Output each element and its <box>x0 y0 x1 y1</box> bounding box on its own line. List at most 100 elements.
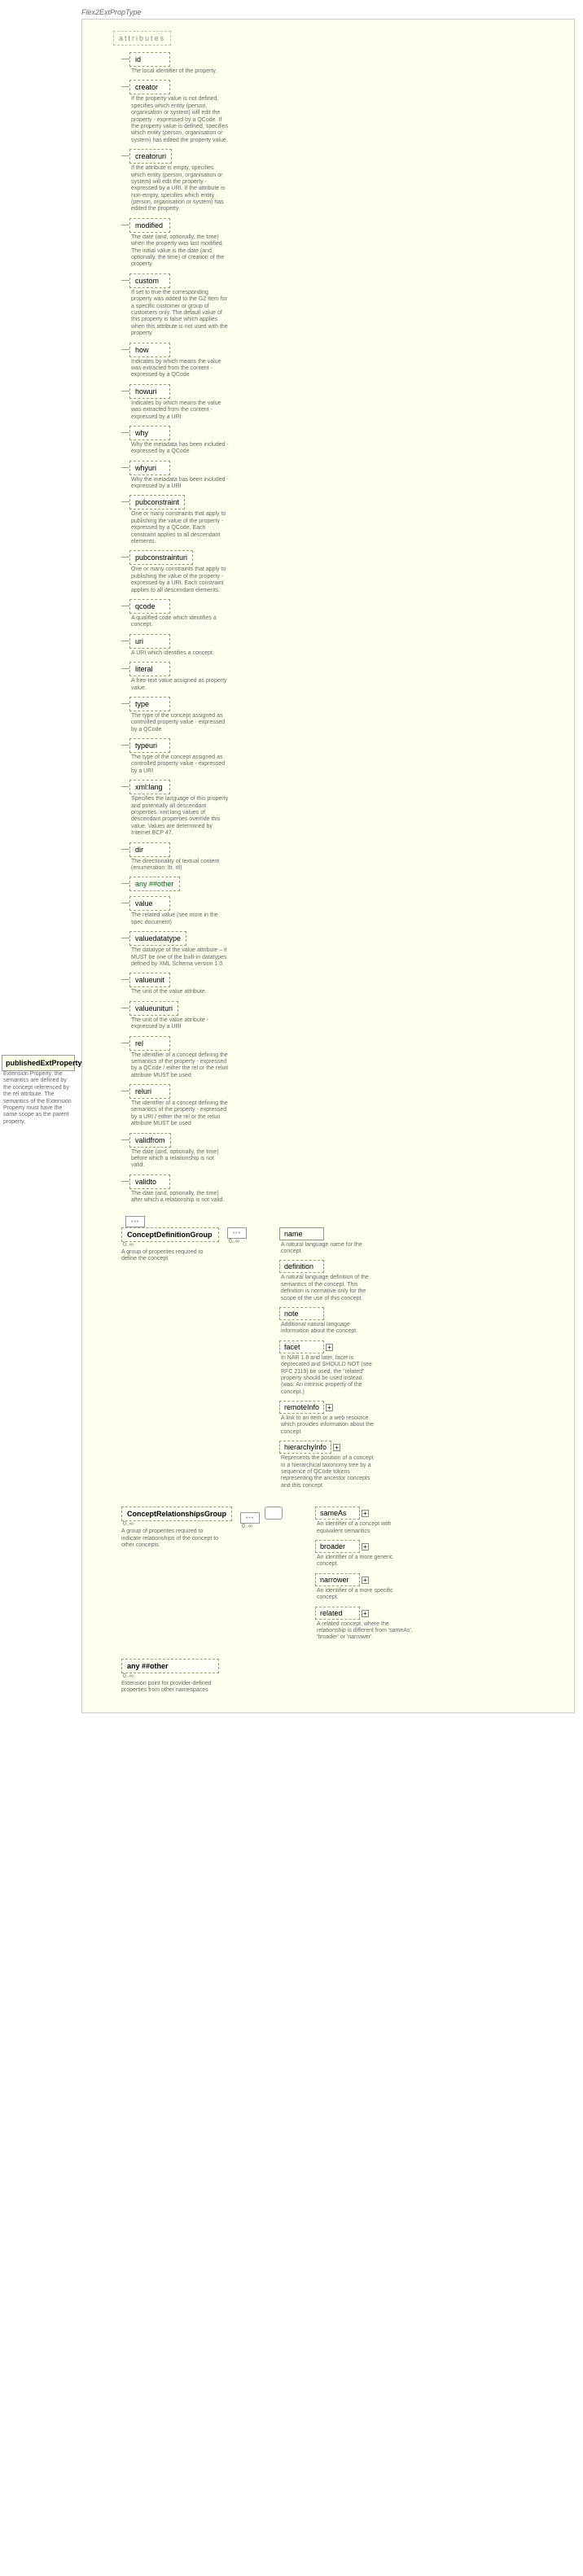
child-desc: A related concept, where the relationshi… <box>317 1621 414 1642</box>
child-box: broader <box>315 1540 360 1553</box>
attr-creatoruri: creatoruriIf the attribute is empty, spe… <box>129 149 568 213</box>
attr-anyother: any ##other <box>129 877 568 891</box>
expand-icon[interactable]: + <box>326 1404 333 1411</box>
attr-whyuri: whyuriWhy the metadata has been included… <box>129 461 568 491</box>
group-box: any ##other <box>121 1659 219 1673</box>
child-narrower: narrower+ An identifier of a more specifi… <box>315 1573 414 1602</box>
cardinality: 0..∞ <box>242 1524 283 1529</box>
child-desc: An identifier of a more generic concept. <box>317 1555 414 1568</box>
attr-box: valuedatatype <box>129 931 186 946</box>
type-name: Flex2ExtPropType <box>81 8 575 16</box>
attr-desc: The type of the concept assigned as cont… <box>131 754 229 775</box>
attr-creator: creatorIf the property value is not defi… <box>129 80 568 144</box>
child-desc: An identifier of a concept with equivale… <box>317 1521 414 1535</box>
child-desc: In NAR 1.8 and later, facet is deprecate… <box>281 1355 379 1396</box>
attr-desc: The unit of the value attribute. <box>131 989 229 995</box>
attr-desc: The identifier of a concept defining the… <box>131 1052 229 1080</box>
attr-desc: The identifier of a concept defining the… <box>131 1100 229 1128</box>
attr-box: pubconstrainturi <box>129 550 193 565</box>
diagram-container: publishedExtProperty Extension Property;… <box>81 19 575 1713</box>
attr-desc: A free-text value assigned as property v… <box>131 678 229 692</box>
attr-box: reluri <box>129 1084 170 1099</box>
child-box: name <box>279 1227 324 1240</box>
expand-icon[interactable]: + <box>326 1344 333 1351</box>
expand-icon[interactable]: + <box>362 1577 369 1584</box>
child-desc: A natural language definition of the sem… <box>281 1275 379 1302</box>
child-box: narrower <box>315 1573 360 1586</box>
expand-icon[interactable]: + <box>362 1610 369 1617</box>
attr-box: how <box>129 343 170 357</box>
attr-desc: If the property value is not defined, sp… <box>131 96 229 144</box>
expand-icon[interactable]: + <box>333 1444 340 1451</box>
attr-box: valueunituri <box>129 1001 178 1016</box>
attr-box: modified <box>129 218 170 233</box>
attr-valuedatatype: valuedatatypeThe datatype of the value a… <box>129 931 568 968</box>
child-box: facet <box>279 1340 324 1354</box>
attr-desc: The datatype of the value attribute – it… <box>131 947 229 968</box>
group-1: ConceptRelationshipsGroup0..∞A group of … <box>121 1507 568 1647</box>
attr-box: type <box>129 697 170 711</box>
attr-qcode: qcodeA qualified code which identifies a… <box>129 599 568 629</box>
groups-container: ConceptDefinitionGroup0..∞A group of pro… <box>121 1227 568 1695</box>
child-desc: Represents the position of a concept in … <box>281 1455 379 1489</box>
attr-desc: A qualified code which identifies a conc… <box>131 615 229 629</box>
root-desc: Extension Property; the semantics are de… <box>2 1069 73 1127</box>
attr-desc: The unit of the value attribute - expres… <box>131 1017 229 1031</box>
attr-box: validto <box>129 1174 170 1189</box>
child-hierarchyInfo: hierarchyInfo+Represents the position of… <box>279 1441 379 1489</box>
attr-box: uri <box>129 634 170 649</box>
attr-desc: Specifies the language of this property … <box>131 796 229 837</box>
expand-icon[interactable]: + <box>362 1543 369 1550</box>
attr-id: idThe local identifier of the property. <box>129 52 568 75</box>
attr-box: creatoruri <box>129 149 172 164</box>
cardinality: 0..∞ <box>123 1521 232 1527</box>
attr-desc: The date (and, optionally, the time) bef… <box>131 1149 229 1170</box>
attr-desc: Indicates by which means the value was e… <box>131 359 229 379</box>
attr-box: rel <box>129 1036 170 1051</box>
attr-box: why <box>129 426 170 440</box>
group-desc: A group of properites required to indica… <box>121 1529 219 1549</box>
cardinality: 0..∞ <box>229 1239 247 1244</box>
attr-validfrom: validfromThe date (and, optionally, the … <box>129 1133 568 1170</box>
attr-desc: The local identifier of the property. <box>131 68 229 75</box>
attr-box: typeuri <box>129 738 170 753</box>
group-box: ConceptRelationshipsGroup <box>121 1507 232 1521</box>
attributes-list: idThe local identifier of the property. c… <box>129 52 568 1205</box>
attr-desc: One or many constraints that apply to pu… <box>131 511 229 545</box>
attr-modified: modifiedThe date (and, optionally, the t… <box>129 218 568 269</box>
attr-pubconstraint: pubconstraintOne or many constraints tha… <box>129 495 568 545</box>
root-element: publishedExtProperty <box>2 1055 75 1071</box>
sequence-icon <box>240 1512 260 1524</box>
child-note: noteAdditional natural language informat… <box>279 1307 379 1336</box>
attr-uri: uriA URI which identifies a concept. <box>129 634 568 657</box>
attr-desc: One or many constraints that apply to pu… <box>131 566 229 594</box>
cardinality: 0..∞ <box>123 1673 219 1679</box>
child-box: definition <box>279 1260 324 1273</box>
child-broader: broader+ An identifier of a more generic … <box>315 1540 414 1568</box>
child-box: related <box>315 1607 360 1620</box>
attr-valueunituri: valueunituriThe unit of the value attrib… <box>129 1001 568 1031</box>
child-desc: An identifier of a more specific concept… <box>317 1588 414 1602</box>
attr-dir: dirThe directionality of textual content… <box>129 842 568 873</box>
expand-icon[interactable]: + <box>362 1510 369 1517</box>
attr-validto: validtoThe date (and, optionally, the ti… <box>129 1174 568 1205</box>
child-definition: definition A natural language definition … <box>279 1260 379 1302</box>
attr-howuri: howuriIndicates by which means the value… <box>129 384 568 421</box>
sequence-icon <box>227 1227 247 1239</box>
cardinality: 0..∞ <box>123 1242 219 1248</box>
attr-box: value <box>129 896 170 911</box>
attr-xmllang: xml:langSpecifies the language of this p… <box>129 780 568 837</box>
attr-box: custom <box>129 273 170 288</box>
attr-desc: Why the metadata has been included - exp… <box>131 442 229 456</box>
attr-reluri: reluriThe identifier of a concept defini… <box>129 1084 568 1128</box>
attr-box: howuri <box>129 384 170 399</box>
child-box: remoteInfo <box>279 1401 324 1414</box>
attributes-header: attributes <box>113 31 171 46</box>
child-desc: A link to an item or a web resource whic… <box>281 1415 379 1436</box>
attr-desc: The related value (see more in the spec … <box>131 912 229 926</box>
child-sameAs: sameAs+An identifier of a concept with e… <box>315 1507 414 1535</box>
child-related: related+ A related concept, where the rel… <box>315 1607 414 1642</box>
group-2: any ##other0..∞ Extension point for provi… <box>121 1659 568 1695</box>
group-desc: Extension point for provider-defined pro… <box>121 1681 219 1695</box>
attr-box: validfrom <box>129 1133 171 1148</box>
